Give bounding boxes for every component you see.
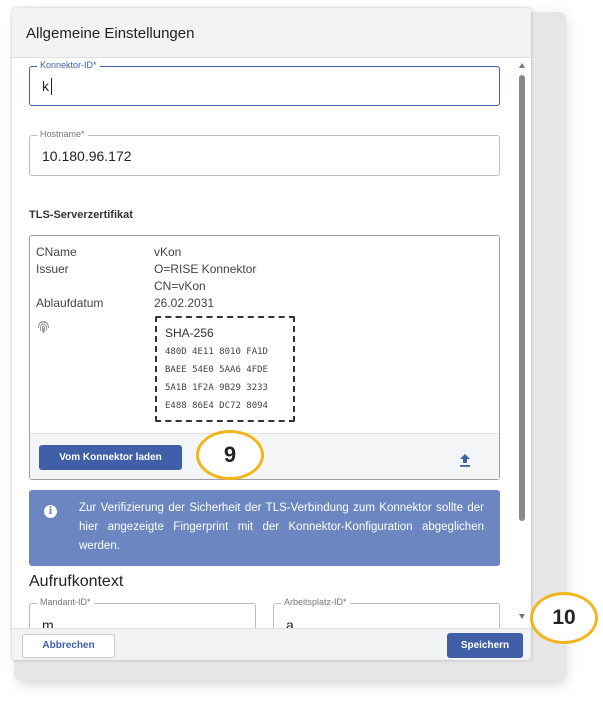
aufrufkontext-title: Aufrufkontext (29, 573, 124, 590)
dialog-title: Allgemeine Einstellungen (26, 25, 195, 42)
info-banner: i Zur Verifizierung der Sicherheit der T… (29, 490, 500, 566)
connector-id-label: Konnektor-ID* (37, 60, 100, 70)
cert-label-expiry: Ablaufdatum (36, 296, 104, 310)
fingerprint-line: E488 86E4 DC72 8094 (165, 401, 268, 411)
fingerprint-box: SHA-256 480D 4E11 8010 FA1D BAEE 54E0 5A… (155, 316, 295, 422)
text-cursor (51, 78, 52, 95)
fingerprint-algorithm: SHA-256 (165, 326, 214, 340)
cert-value-expiry: 26.02.2031 (154, 296, 215, 310)
cert-label-issuer: Issuer (36, 262, 69, 276)
cert-label-cname: CName (36, 245, 77, 259)
scrollbar[interactable] (517, 60, 527, 628)
cert-value-cname: vKon (154, 245, 182, 259)
arbeitsplatz-id-label: Arbeitsplatz-ID* (281, 597, 350, 607)
callout-badge-10: 10 (530, 592, 598, 644)
connector-id-field[interactable]: Konnektor-ID* k (29, 60, 500, 106)
connector-id-value[interactable]: k (42, 78, 49, 94)
callout-badge-9: 9 (196, 430, 264, 480)
save-button[interactable]: Speichern (447, 633, 523, 658)
fingerprint-line: 480D 4E11 8010 FA1D (165, 347, 268, 357)
settings-dialog: Allgemeine Einstellungen Konnektor-ID* k… (12, 8, 531, 660)
info-icon: i (44, 505, 57, 518)
cert-value-issuer-cn: CN=vKon (154, 279, 206, 293)
hostname-value[interactable]: 10.180.96.172 (42, 148, 132, 164)
scroll-down-arrow-icon[interactable] (519, 614, 525, 619)
cert-value-issuer: O=RISE Konnektor (154, 262, 257, 276)
mandant-id-label: Mandant-ID* (37, 597, 94, 607)
hostname-label: Hostname* (37, 129, 88, 139)
scrollbar-thumb[interactable] (519, 75, 525, 521)
cancel-button[interactable]: Abbrechen (22, 634, 115, 658)
dialog-footer: Abbrechen Speichern (12, 628, 531, 660)
fingerprint-icon (38, 321, 49, 333)
load-from-connector-button[interactable]: Vom Konnektor laden (39, 445, 182, 470)
fingerprint-line: BAEE 54E0 5AA6 4FDE (165, 365, 268, 375)
certificate-panel: CName vKon Issuer O=RISE Konnektor CN=vK… (29, 235, 500, 480)
fingerprint-line: 5A1B 1F2A 9B29 3233 (165, 383, 268, 393)
dialog-header: Allgemeine Einstellungen (12, 8, 531, 58)
scroll-up-arrow-icon[interactable] (519, 63, 525, 68)
info-text: Zur Verifizierung der Sicherheit der TLS… (79, 502, 484, 552)
upload-icon[interactable] (459, 453, 471, 467)
tls-section-title: TLS-Serverzertifikat (29, 209, 133, 221)
certificate-actions: Vom Konnektor laden (30, 433, 499, 479)
hostname-field[interactable]: Hostname* 10.180.96.172 (29, 129, 500, 176)
